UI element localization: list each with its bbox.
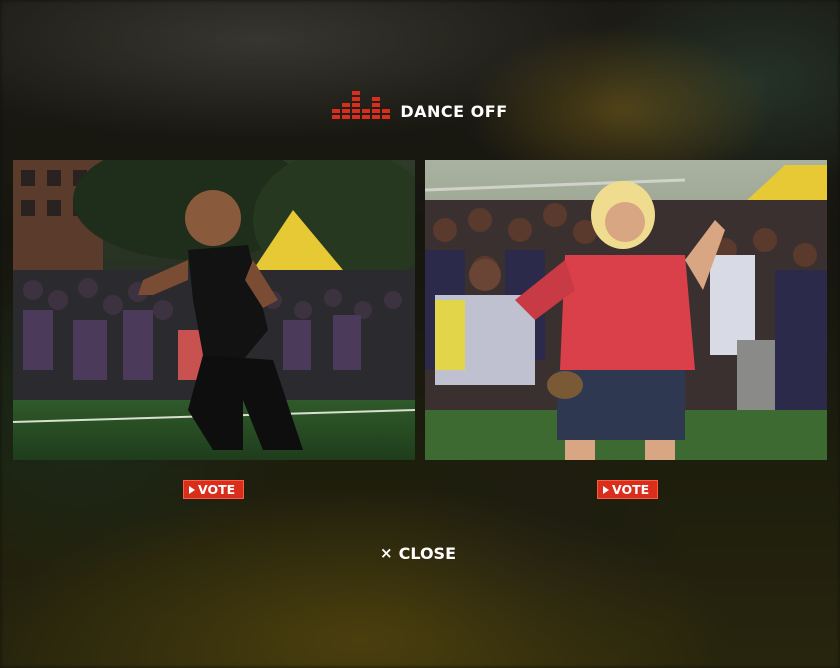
vote-left-button[interactable]: VOTE xyxy=(183,480,244,499)
vote-left-label: VOTE xyxy=(198,482,236,497)
equalizer-logo-icon xyxy=(332,91,391,119)
contestant-left-photo xyxy=(13,160,415,460)
contestant-right-image[interactable] xyxy=(425,160,827,460)
page-title: DANCE OFF xyxy=(400,101,508,121)
play-icon xyxy=(603,485,609,494)
vote-right-label: VOTE xyxy=(612,482,650,497)
header: DANCE OFF xyxy=(0,88,840,124)
close-button[interactable]: × CLOSE xyxy=(380,542,456,564)
contestant-left-image[interactable] xyxy=(13,160,415,460)
close-icon: × xyxy=(380,543,393,562)
dance-off-overlay: DANCE OFF VOTE VOTE × CLOSE xyxy=(0,0,840,668)
close-label: CLOSE xyxy=(398,543,456,563)
contestant-right-photo xyxy=(425,160,827,460)
vote-right-button[interactable]: VOTE xyxy=(597,480,658,499)
play-icon xyxy=(189,485,195,494)
